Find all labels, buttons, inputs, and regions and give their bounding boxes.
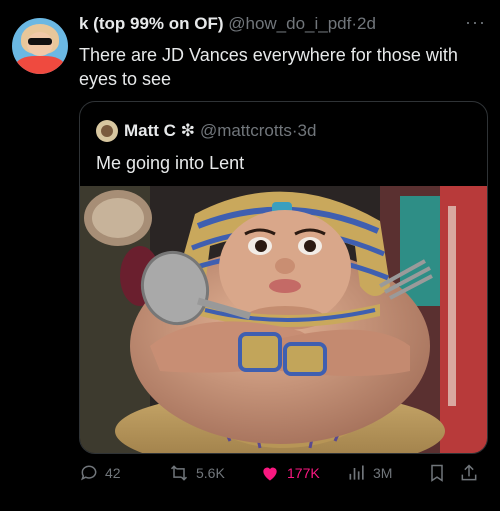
- badge-icon: ❇: [180, 121, 195, 140]
- share-icon: [461, 464, 477, 481]
- share-button[interactable]: [459, 460, 485, 486]
- quoted-time[interactable]: 3d: [298, 121, 317, 141]
- more-icon[interactable]: ···: [465, 12, 486, 33]
- like-button[interactable]: 177K: [259, 460, 320, 486]
- views-icon: [349, 465, 364, 480]
- quoted-author-name[interactable]: Matt C ❇: [124, 121, 195, 141]
- repost-button[interactable]: 5.6K: [168, 460, 225, 486]
- bookmark-icon: [431, 464, 443, 482]
- quoted-author-handle[interactable]: @mattcrotts: [200, 121, 292, 141]
- like-count: 177K: [287, 465, 320, 481]
- author-handle[interactable]: @how_do_i_pdf: [228, 14, 351, 33]
- repost-icon: [170, 465, 188, 481]
- quoted-header: Matt C ❇ @mattcrotts · 3d: [96, 120, 316, 142]
- avatar[interactable]: [12, 18, 68, 74]
- author-name[interactable]: k (top 99% on OF): [79, 14, 224, 33]
- pharaoh-statue-image[interactable]: [80, 186, 487, 453]
- avatar-shirt: [16, 56, 64, 74]
- heart-icon: [263, 467, 277, 481]
- quoted-avatar[interactable]: [96, 120, 118, 142]
- reply-count: 42: [105, 465, 121, 481]
- quoted-tweet[interactable]: Matt C ❇ @mattcrotts · 3d Me going into Le…: [79, 101, 488, 454]
- reply-icon: [81, 465, 97, 481]
- bookmark-button[interactable]: [427, 460, 453, 486]
- views-button[interactable]: 3M: [347, 460, 392, 486]
- tweet-header: k (top 99% on OF) @how_do_i_pdf·2d: [79, 14, 466, 36]
- views-count: 3M: [373, 465, 393, 481]
- post-time[interactable]: 2d: [357, 14, 376, 33]
- avatar-glasses: [28, 38, 52, 45]
- tweet[interactable]: k (top 99% on OF) @how_do_i_pdf·2d ··· T…: [0, 0, 500, 511]
- repost-count: 5.6K: [196, 465, 225, 481]
- quoted-author-name-text: Matt C: [124, 121, 176, 140]
- reply-button[interactable]: 42: [79, 460, 121, 486]
- quoted-text: Me going into Lent: [96, 153, 245, 173]
- action-bar: 42 5.6K 177K 3M: [79, 460, 489, 486]
- tweet-text: There are JD Vances everywhere for those…: [79, 45, 458, 89]
